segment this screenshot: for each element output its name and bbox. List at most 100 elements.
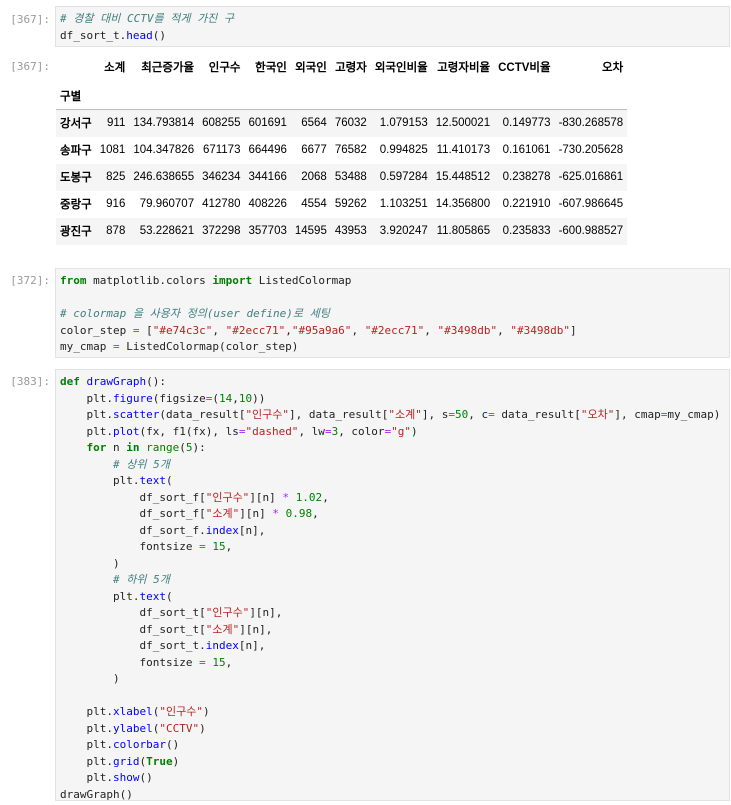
code-token: from	[60, 274, 87, 287]
code-token: my_cmap	[60, 340, 113, 353]
code-token: data_result[	[494, 408, 581, 421]
table-cell: 1.079153	[379, 117, 428, 130]
code-token: colorbar	[112, 738, 166, 751]
code-token: [n],	[238, 523, 266, 537]
table-cell: 0.238278	[502, 171, 551, 183]
table-cell: 14.356800	[435, 198, 491, 210]
code-cell-3[interactable]: def drawGraph(): plt.figure(figsize=(14,…	[55, 369, 730, 801]
code-token: (	[212, 391, 219, 405]
table-cell: 1081	[99, 144, 126, 156]
code-token: (	[165, 589, 173, 603]
code-token: , c	[468, 408, 489, 421]
code-editor[interactable]: from matplotlib.colors import ListedColo…	[60, 273, 577, 356]
row-index-label: 송파구	[60, 145, 92, 157]
code-token: =	[324, 424, 332, 438]
code-token: =	[112, 340, 120, 353]
cell-1-prompt: [367]:	[10, 13, 50, 26]
table-cell: 0.161061	[502, 144, 551, 156]
code-token: "g"	[391, 424, 412, 438]
code-token: scatter	[112, 408, 160, 421]
code-token: ], cmap	[614, 408, 661, 421]
table-cell: 6564	[301, 117, 327, 130]
table-cell: 1.103251	[379, 198, 428, 210]
code-token: 10	[238, 391, 253, 405]
table-cell: 104.347826	[133, 144, 195, 156]
code-token: plt.	[60, 738, 113, 751]
index-row-blank	[95, 83, 130, 110]
code-token: ()	[165, 738, 180, 751]
row-index-label: 강서구	[60, 118, 92, 131]
table-cell: 916	[106, 198, 126, 210]
code-token: ], s	[421, 408, 449, 421]
code-token: ,	[225, 540, 233, 553]
index-row-blank	[330, 83, 371, 110]
code-token: 50	[455, 408, 469, 421]
code-editor[interactable]: def drawGraph(): plt.figure(figsize=(14,…	[60, 374, 720, 803]
code-token: ,	[225, 655, 233, 669]
table-cell: 11.410173	[436, 144, 491, 156]
code-token: in	[126, 441, 140, 454]
code-token: "인구수"	[159, 705, 203, 718]
table-cell: 671173	[202, 144, 241, 156]
table-cell: 0.235833	[502, 225, 551, 237]
code-token: , color	[338, 424, 385, 438]
table-cell: -625.016861	[558, 171, 624, 183]
table-cell: 11.805865	[436, 225, 491, 237]
code-token: df_sort_t.	[60, 28, 127, 42]
code-token: ], data_result[	[289, 408, 389, 421]
index-row-blank	[554, 83, 628, 110]
table-row: 강서구 911 134.793814 608255 601691 6564 76032 1.0…	[56, 109, 628, 137]
code-token: df_sort_f.	[60, 523, 206, 537]
index-header-blank	[56, 50, 96, 83]
table-cell: 15.448512	[435, 171, 491, 183]
code-token: "인구수"	[205, 606, 250, 619]
code-token: 5	[185, 441, 193, 454]
code-token: ()	[152, 28, 166, 42]
code-token: "#3498db"	[510, 323, 571, 337]
code-token: "오차"	[580, 408, 615, 421]
table-cell: 0.149773	[502, 117, 551, 130]
code-token: 14	[218, 391, 233, 405]
code-token: df_sort_f[	[60, 490, 206, 504]
code-token: df_sort_t.	[60, 639, 206, 652]
code-token: 0.98	[285, 507, 313, 520]
table-cell: 357703	[248, 225, 287, 237]
code-token: ))	[252, 391, 266, 405]
code-token: head	[126, 28, 153, 42]
code-token: "dashed"	[245, 424, 299, 438]
code-token: ][n]	[249, 490, 283, 504]
code-token: (data_result[	[159, 408, 246, 421]
code-token: ][n],	[239, 622, 273, 636]
code-token: figure	[112, 391, 153, 405]
code-cell-2[interactable]: from matplotlib.colors import ListedColo…	[55, 268, 730, 358]
code-token: [n],	[238, 639, 266, 652]
code-cell-1[interactable]: # 경찰 대비 CCTV를 적게 가진 구 df_sort_t.head()	[55, 6, 730, 47]
code-token: plt.	[60, 474, 140, 487]
code-token: ()	[139, 771, 153, 784]
code-token: "소계"	[205, 507, 240, 520]
table-cell: 608255	[202, 117, 241, 130]
table-row: 광진구 878 53.228621 372298 357703 14595 43953 3.9…	[56, 217, 628, 245]
code-token: ():	[146, 375, 166, 388]
code-token: "#2ecc71"	[225, 323, 286, 337]
code-token: xlabel	[112, 705, 153, 718]
table-cell: 0.597284	[379, 171, 428, 183]
code-token: =	[199, 540, 206, 553]
column-header-row: 소계 최근증가율 인구수 한국인 외국인 고령자 외국인비율 고령자비율 CCTV비율 오차	[56, 50, 627, 83]
code-token: =	[199, 655, 206, 669]
table-cell: 601691	[248, 117, 287, 130]
code-token: drawGraph	[86, 375, 147, 388]
code-editor[interactable]: # 경찰 대비 CCTV를 적게 가진 구 df_sort_t.head()	[60, 11, 234, 44]
code-token: ]	[570, 323, 577, 337]
table-cell: 59262	[334, 198, 367, 210]
table-cell: 0.994825	[379, 144, 428, 156]
code-token: "인구수"	[245, 408, 290, 421]
code-token: ListedColormap	[252, 274, 352, 287]
code-token: plt.	[60, 424, 113, 438]
table-cell: 408226	[248, 198, 287, 210]
output-prompt: [367]:	[10, 60, 50, 73]
table-row: 도봉구 825 246.638655 346234 344166 2068 53488 0.5…	[56, 163, 628, 191]
index-row-blank	[244, 83, 291, 110]
